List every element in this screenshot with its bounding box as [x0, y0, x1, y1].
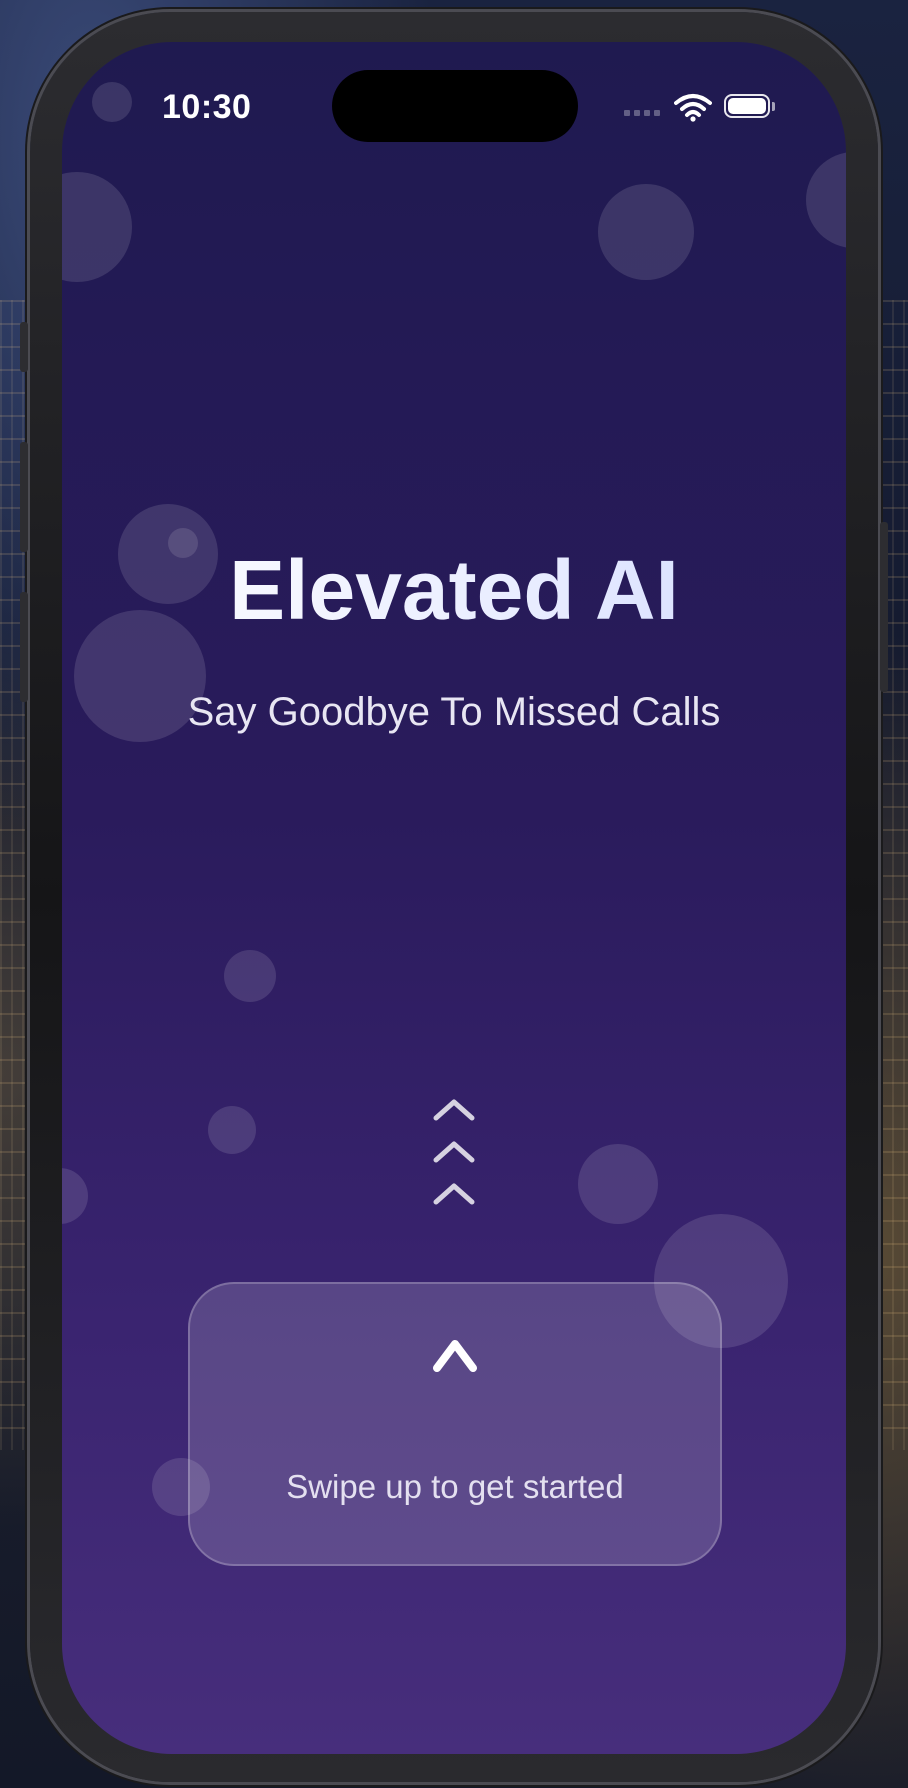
- decor-bubble: [224, 950, 276, 1002]
- phone-volume-up-button: [20, 442, 28, 552]
- decor-bubble: [208, 1106, 256, 1154]
- decor-bubble: [62, 1168, 88, 1224]
- battery-level: [728, 98, 766, 114]
- battery-tip: [772, 102, 775, 111]
- phone-power-button: [880, 522, 888, 692]
- status-time: 10:30: [162, 88, 252, 126]
- decor-bubble: [92, 82, 132, 122]
- app-title: Elevated AI: [62, 542, 846, 639]
- signal-dots-icon: [624, 110, 660, 116]
- caret-up-icon: [190, 1338, 720, 1377]
- wifi-icon: [674, 94, 712, 122]
- decor-bubble: [806, 152, 846, 248]
- decor-bubble: [598, 184, 694, 280]
- decor-bubble: [578, 1144, 658, 1224]
- swipe-up-card[interactable]: Swipe up to get started: [188, 1282, 722, 1566]
- swipe-up-label: Swipe up to get started: [286, 1468, 624, 1505]
- battery-icon: [724, 94, 770, 118]
- phone-action-button: [20, 322, 28, 372]
- app-subtitle: Say Goodbye To Missed Calls: [187, 690, 721, 734]
- app-screen[interactable]: 10:30 Elevated AI Say Goodbye To Missed …: [62, 42, 846, 1754]
- triple-chevron-up-icon: [433, 1099, 475, 1205]
- phone-volume-down-button: [20, 592, 28, 702]
- decor-bubble: [62, 172, 132, 282]
- dynamic-island: [332, 70, 578, 142]
